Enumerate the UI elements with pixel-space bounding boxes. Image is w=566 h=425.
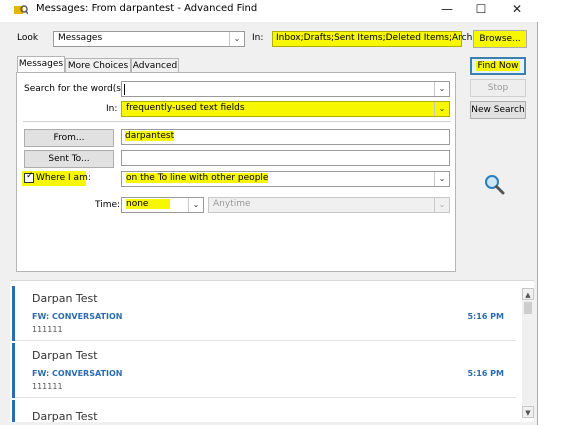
outlook-find-icon: [14, 5, 28, 15]
browse-button[interactable]: Browse...: [473, 30, 527, 48]
message-time: 5:16 PM: [467, 312, 504, 321]
look-select[interactable]: Messages ⌄: [53, 31, 245, 47]
message-sender: Darpan Test: [32, 349, 98, 362]
selection-bar: [12, 286, 15, 341]
separator: [23, 121, 451, 122]
folders-field-value: Inbox;Drafts;Sent Items;Deleted Items;Ar…: [276, 33, 486, 43]
message-time: 5:16 PM: [467, 369, 504, 378]
where-i-am-label: Where I am:: [36, 173, 91, 183]
window-title: Messages: From darpantest - Advanced Fin…: [36, 3, 258, 14]
chevron-down-icon: ⌄: [434, 198, 449, 212]
in-fields-value: frequently-used text fields: [126, 103, 245, 113]
chevron-down-icon: ⌄: [434, 102, 449, 116]
selection-bar: [12, 343, 15, 398]
search-words-label: Search for the word(s):: [24, 84, 128, 94]
chevron-down-icon: ⌄: [434, 172, 449, 186]
scroll-thumb[interactable]: [524, 302, 532, 314]
scroll-down-icon[interactable]: ▼: [522, 406, 534, 418]
tab-advanced[interactable]: Advanced: [131, 58, 179, 73]
message-sender: Darpan Test: [32, 410, 98, 422]
from-button[interactable]: From...: [24, 129, 114, 147]
chevron-down-icon: ⌄: [229, 32, 244, 46]
sent-to-button[interactable]: Sent To...: [24, 150, 114, 168]
in-folders-label: In:: [252, 33, 264, 43]
message-preview: 111111: [32, 382, 63, 391]
where-i-am-value: on the To line with other people: [126, 173, 269, 183]
close-button[interactable]: ✕: [502, 0, 532, 18]
stop-button[interactable]: Stop: [470, 79, 526, 97]
scroll-up-icon[interactable]: ▲: [522, 288, 534, 300]
in-fields-label: In:: [106, 104, 118, 114]
time-range-select[interactable]: Anytime ⌄: [208, 197, 450, 213]
selection-bar: [12, 400, 15, 422]
tab-messages[interactable]: Messages: [17, 56, 65, 73]
find-now-label: Find Now: [475, 61, 521, 71]
find-now-button[interactable]: Find Now: [470, 57, 526, 75]
chevron-down-icon: ⌄: [188, 198, 203, 212]
look-select-value: Messages: [58, 33, 103, 43]
chevron-down-icon: ⌄: [434, 82, 449, 96]
new-search-button[interactable]: New Search: [470, 101, 526, 119]
time-select[interactable]: none ⌄: [121, 197, 204, 213]
sent-to-field[interactable]: [121, 150, 450, 166]
look-label: Look: [17, 33, 39, 43]
results-scrollbar[interactable]: ▲ ▼: [522, 288, 534, 418]
text-cursor: [124, 84, 125, 95]
message-subject: FW: CONVERSATION: [32, 369, 123, 378]
where-i-am-select[interactable]: on the To line with other people ⌄: [121, 171, 450, 187]
maximize-button[interactable]: ☐: [466, 0, 496, 18]
from-field[interactable]: darpantest: [121, 129, 450, 145]
time-select-value: none: [126, 199, 171, 209]
list-item[interactable]: Darpan Test: [12, 400, 516, 422]
message-sender: Darpan Test: [32, 292, 98, 305]
folders-field[interactable]: Inbox;Drafts;Sent Items;Deleted Items;Ar…: [272, 31, 486, 47]
list-item[interactable]: Darpan Test FW: CONVERSATION 111111 5:16…: [12, 286, 516, 341]
magnifier-icon: [485, 175, 505, 195]
minimize-button[interactable]: —: [432, 0, 462, 18]
where-i-am-checkbox[interactable]: [24, 171, 34, 183]
message-preview: 111111: [32, 325, 63, 334]
list-item[interactable]: Darpan Test FW: CONVERSATION 111111 5:16…: [12, 343, 516, 398]
in-fields-select[interactable]: frequently-used text fields ⌄: [121, 101, 450, 117]
tab-more-choices[interactable]: More Choices: [65, 58, 131, 73]
time-label: Time:: [95, 200, 121, 210]
message-subject: FW: CONVERSATION: [32, 312, 123, 321]
search-words-input[interactable]: ⌄: [121, 81, 450, 97]
time-range-value: Anytime: [213, 199, 251, 209]
from-field-value: darpantest: [125, 131, 175, 141]
